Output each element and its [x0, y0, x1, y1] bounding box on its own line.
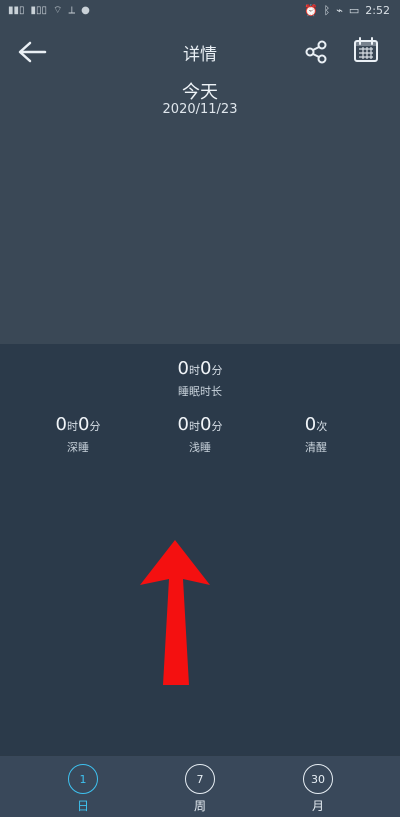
bluetooth-icon: ᛒ — [323, 4, 331, 17]
share-button[interactable] — [298, 34, 334, 70]
bottom-nav: 1 日 7 周 30 月 — [0, 755, 400, 817]
circle-icon: ● — [81, 5, 90, 16]
deep-sleep-metric: 0时0分 深睡 — [18, 414, 138, 455]
deep-hours: 0 — [55, 414, 67, 435]
total-sleep-metric: 0时0分 睡眠时长 — [140, 358, 260, 399]
day-badge: 1 — [68, 764, 98, 794]
total-sleep-label: 睡眠时长 — [178, 385, 222, 398]
status-right: ⏰ ᛒ ⌁ ▭ 2:52 — [304, 4, 390, 17]
deep-minutes-unit: 分 — [89, 420, 101, 433]
status-bar: ▮▮▯ ▮▯▯ ⌔ ⟂ ● ⏰ ᛒ ⌁ ▭ 2:52 — [0, 0, 400, 24]
nav-week-tab[interactable]: 7 周 — [160, 764, 240, 813]
total-minutes: 0 — [200, 358, 212, 379]
red-up-arrow — [120, 540, 230, 690]
light-sleep-metric: 0时0分 浅睡 — [140, 414, 260, 455]
total-hours: 0 — [177, 358, 189, 379]
awake-count-unit: 次 — [316, 420, 328, 433]
share-icon — [305, 40, 327, 64]
total-sleep-value: 0时0分 — [140, 358, 260, 379]
light-hours: 0 — [177, 414, 189, 435]
awake-label: 清醒 — [305, 441, 327, 454]
awake-count: 0 — [304, 414, 317, 435]
deep-minutes: 0 — [78, 414, 90, 435]
light-minutes-unit: 分 — [211, 420, 223, 433]
awake-metric: 0次 清醒 — [256, 414, 376, 455]
total-hours-unit: 时 — [189, 364, 200, 377]
month-label-tab: 月 — [311, 799, 324, 813]
deep-sleep-value: 0时0分 — [18, 414, 138, 435]
total-minutes-unit: 分 — [211, 364, 223, 377]
week-badge: 7 — [185, 764, 215, 794]
alarm-icon: ⏰ — [303, 4, 318, 17]
top-header: 详情 — [0, 24, 400, 80]
light-minutes: 0 — [200, 414, 212, 435]
day-label: 今天 — [182, 82, 218, 103]
deep-sleep-label: 深睡 — [67, 441, 89, 454]
signal-icon-2: ▮▯▯ — [30, 5, 48, 16]
deep-hours-unit: 时 — [67, 420, 78, 433]
light-sleep-value: 0时0分 — [140, 414, 260, 435]
signal-icon: ▮▮▯ — [8, 5, 25, 16]
page-title: 详情 — [183, 45, 217, 65]
calendar-icon — [354, 37, 378, 62]
awake-value: 0次 — [256, 414, 376, 435]
wifi-icon: ⌔ — [53, 5, 63, 16]
week-label-tab: 周 — [193, 799, 206, 813]
day-label-tab: 日 — [76, 799, 89, 813]
red-arrow-icon — [140, 540, 210, 685]
status-left: ▮▮▯ ▮▯▯ ⌔ ⟂ ● — [8, 4, 90, 17]
nav-month-tab[interactable]: 30 月 — [278, 764, 358, 813]
nav-day-tab[interactable]: 1 日 — [43, 764, 123, 813]
status-time: 2:52 — [365, 4, 390, 17]
date-label: 2020/11/23 — [162, 102, 238, 117]
battery-icon: ▭ — [348, 4, 360, 17]
calendar-button[interactable] — [348, 32, 384, 68]
light-sleep-label: 浅睡 — [189, 441, 211, 454]
light-hours-unit: 时 — [189, 420, 200, 433]
month-badge: 30 — [303, 764, 333, 794]
data-icon: ⟂ — [68, 5, 76, 16]
wifi-signal-icon: ⌁ — [336, 4, 343, 17]
